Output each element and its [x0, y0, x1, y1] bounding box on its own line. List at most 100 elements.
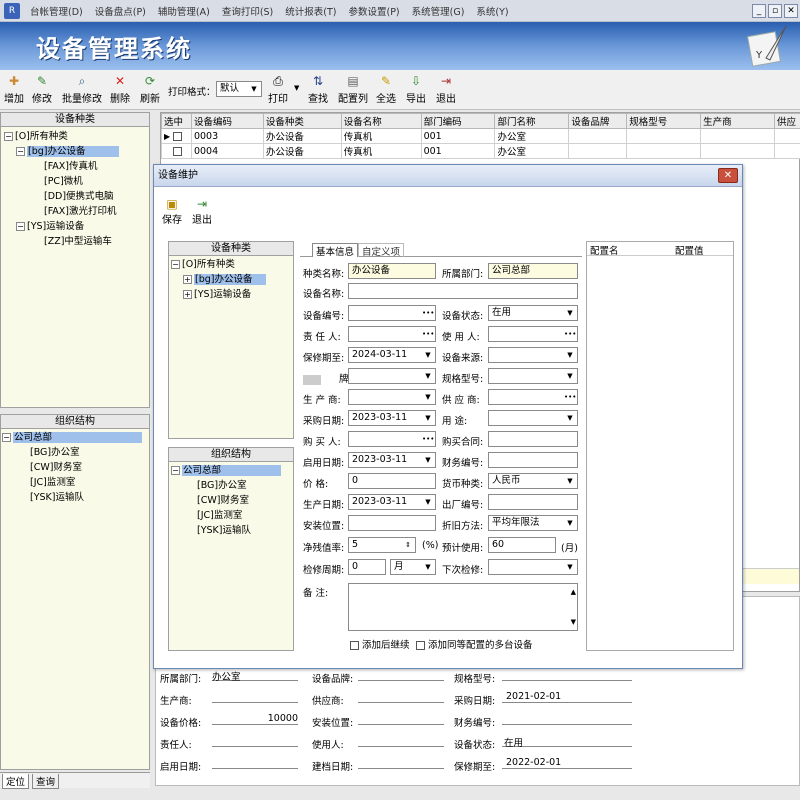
org-node-transport[interactable]: [YSK]运输队	[2, 490, 149, 505]
restore-icon[interactable]: ▫	[768, 3, 782, 18]
tree-node-laptop[interactable]: [DD]便携式电脑	[4, 189, 149, 204]
col-category[interactable]: 设备种类	[262, 113, 342, 129]
cell-supplier[interactable]	[774, 128, 800, 144]
dialog-save-button[interactable]: ▣ 保存	[162, 197, 182, 226]
col-name[interactable]: 设备名称	[340, 113, 422, 129]
scroll-down-icon[interactable]: ▼	[571, 615, 576, 629]
cell-maker[interactable]	[700, 143, 776, 159]
collapse-icon[interactable]: −	[16, 147, 25, 156]
tab-locate[interactable]: 定位	[2, 774, 30, 789]
use-select[interactable]: ▼	[488, 410, 578, 426]
depr-select[interactable]: 平均年限法 ▼	[488, 515, 578, 531]
exit-button[interactable]: ⇥ 退出	[436, 74, 456, 105]
minimize-icon[interactable]: _	[752, 3, 766, 18]
category-field[interactable]: 办公设备	[348, 263, 436, 279]
cell-code[interactable]: 0004	[190, 143, 264, 159]
cell-supplier[interactable]	[774, 143, 800, 159]
refresh-button[interactable]: ⟳ 刷新	[140, 74, 160, 105]
purchase-date[interactable]: 2023-03-11 ▼	[348, 410, 436, 426]
collapse-icon[interactable]: −	[4, 132, 13, 141]
residual-spinner[interactable]: 5 ⇕	[348, 537, 416, 553]
dialog-exit-button[interactable]: ⇥ 退出	[192, 197, 212, 226]
col-selected[interactable]: 选中	[161, 113, 192, 129]
continue-checkbox[interactable]: 添加后继续	[350, 637, 410, 651]
dlg-tree-node-all[interactable]: − [O]所有种类	[171, 257, 293, 272]
col-model[interactable]: 规格型号	[626, 113, 702, 129]
col-dept-code[interactable]: 部门编码	[420, 113, 496, 129]
life-field[interactable]: 60	[488, 537, 556, 553]
user-field[interactable]: •••	[488, 326, 578, 342]
dept-field[interactable]: 公司总部	[488, 263, 578, 279]
ellipsis-icon[interactable]: •••	[564, 391, 576, 403]
dlg-tree-node-office[interactable]: + [bg]办公设备	[171, 272, 293, 287]
row-checkbox[interactable]	[173, 131, 183, 141]
cell-name[interactable]: 传真机	[340, 143, 422, 159]
code-field[interactable]: •••	[348, 305, 436, 321]
menu-sysadmin[interactable]: 系统管理(G)	[406, 4, 471, 18]
dlg-tree-node-transport[interactable]: + [YS]运输设备	[171, 287, 293, 302]
tab-basic-info[interactable]: 基本信息	[312, 243, 359, 258]
org-node-office[interactable]: [BG]办公室	[2, 445, 149, 460]
inspect-unit-select[interactable]: 月 ▼	[390, 559, 436, 575]
menu-system[interactable]: 系统(Y)	[470, 4, 514, 18]
col-code[interactable]: 设备编码	[190, 113, 264, 129]
dlg-org-node-hq[interactable]: − 公司总部	[171, 463, 293, 478]
add-button[interactable]: ✚ 增加	[4, 74, 24, 105]
cell-dept-name[interactable]: 办公室	[494, 143, 570, 159]
menu-inventory[interactable]: 设备盘点(P)	[89, 4, 152, 18]
tree-node-all[interactable]: − [O]所有种类	[4, 129, 149, 144]
buyer-field[interactable]: •••	[348, 431, 436, 447]
tree-node-laser-printer[interactable]: [FAX]激光打印机	[4, 204, 149, 219]
tree-node-office[interactable]: − [bg]办公设备	[4, 144, 149, 159]
col-supplier[interactable]: 供应	[774, 113, 800, 129]
cell-dept-name[interactable]: 办公室	[494, 128, 570, 144]
warranty-date[interactable]: 2024-03-11 ▼	[348, 347, 436, 363]
ellipsis-icon[interactable]: •••	[422, 328, 434, 340]
select-all-button[interactable]: ✎ 全选	[376, 74, 396, 105]
table-row[interactable]: ▶ 0004 办公设备 传真机 001 办公室	[161, 143, 800, 159]
dlg-org-node-monitor[interactable]: [JC]监测室	[171, 508, 293, 523]
name-field[interactable]	[348, 283, 578, 299]
dlg-org-node-office[interactable]: [BG]办公室	[171, 478, 293, 493]
source-select[interactable]: ▼	[488, 347, 578, 363]
print-dropdown-icon[interactable]: ▼	[294, 84, 299, 92]
menu-reports[interactable]: 统计报表(T)	[279, 4, 342, 18]
cell-brand[interactable]	[568, 128, 628, 144]
tab-query[interactable]: 查询	[32, 774, 60, 789]
find-button[interactable]: ⇅ 查找	[308, 74, 328, 105]
tree-node-pc[interactable]: [PC]微机	[4, 174, 149, 189]
ellipsis-icon[interactable]: •••	[564, 328, 576, 340]
cell-category[interactable]: 办公设备	[262, 143, 342, 159]
spinner-icon[interactable]: ⇕	[402, 539, 414, 551]
checkbox-box[interactable]	[350, 641, 359, 650]
scroll-up-icon[interactable]: ▲	[571, 585, 576, 599]
cell-maker[interactable]	[700, 128, 776, 144]
menu-params[interactable]: 参数设置(P)	[342, 4, 405, 18]
export-button[interactable]: ⇩ 导出	[406, 74, 426, 105]
org-node-finance[interactable]: [CW]财务室	[2, 460, 149, 475]
collapse-icon[interactable]: −	[171, 466, 180, 475]
batch-edit-button[interactable]: ⌕ 批量修改	[62, 74, 102, 105]
ellipsis-icon[interactable]: •••	[422, 307, 434, 319]
col-dept-name[interactable]: 部门名称	[494, 113, 570, 129]
row-select-cell[interactable]: ▶	[161, 128, 192, 144]
table-row[interactable]: ▶ 0003 办公设备 传真机 001 办公室	[161, 128, 800, 144]
multi-checkbox[interactable]: 添加同等配置的多台设备	[416, 637, 533, 651]
next-select[interactable]: ▼	[488, 559, 578, 575]
menu-query-print[interactable]: 查询打印(S)	[216, 4, 279, 18]
made-date[interactable]: 2023-03-11 ▼	[348, 494, 436, 510]
supplier-field[interactable]: •••	[488, 389, 578, 405]
maker-select[interactable]: ▼	[348, 389, 436, 405]
close-icon[interactable]: ✕	[784, 3, 798, 18]
config-columns-button[interactable]: ▤ 配置列	[338, 74, 368, 105]
cell-name[interactable]: 传真机	[340, 128, 422, 144]
cell-model[interactable]	[626, 128, 702, 144]
col-brand[interactable]: 设备品牌	[568, 113, 628, 129]
print-format-select[interactable]: 默认 ▼	[216, 81, 262, 97]
model-select[interactable]: ▼	[488, 368, 578, 384]
checkbox-box[interactable]	[416, 641, 425, 650]
start-date[interactable]: 2023-03-11 ▼	[348, 452, 436, 468]
collapse-icon[interactable]: −	[2, 433, 11, 442]
install-field[interactable]	[348, 515, 436, 531]
collapse-icon[interactable]: −	[16, 222, 25, 231]
